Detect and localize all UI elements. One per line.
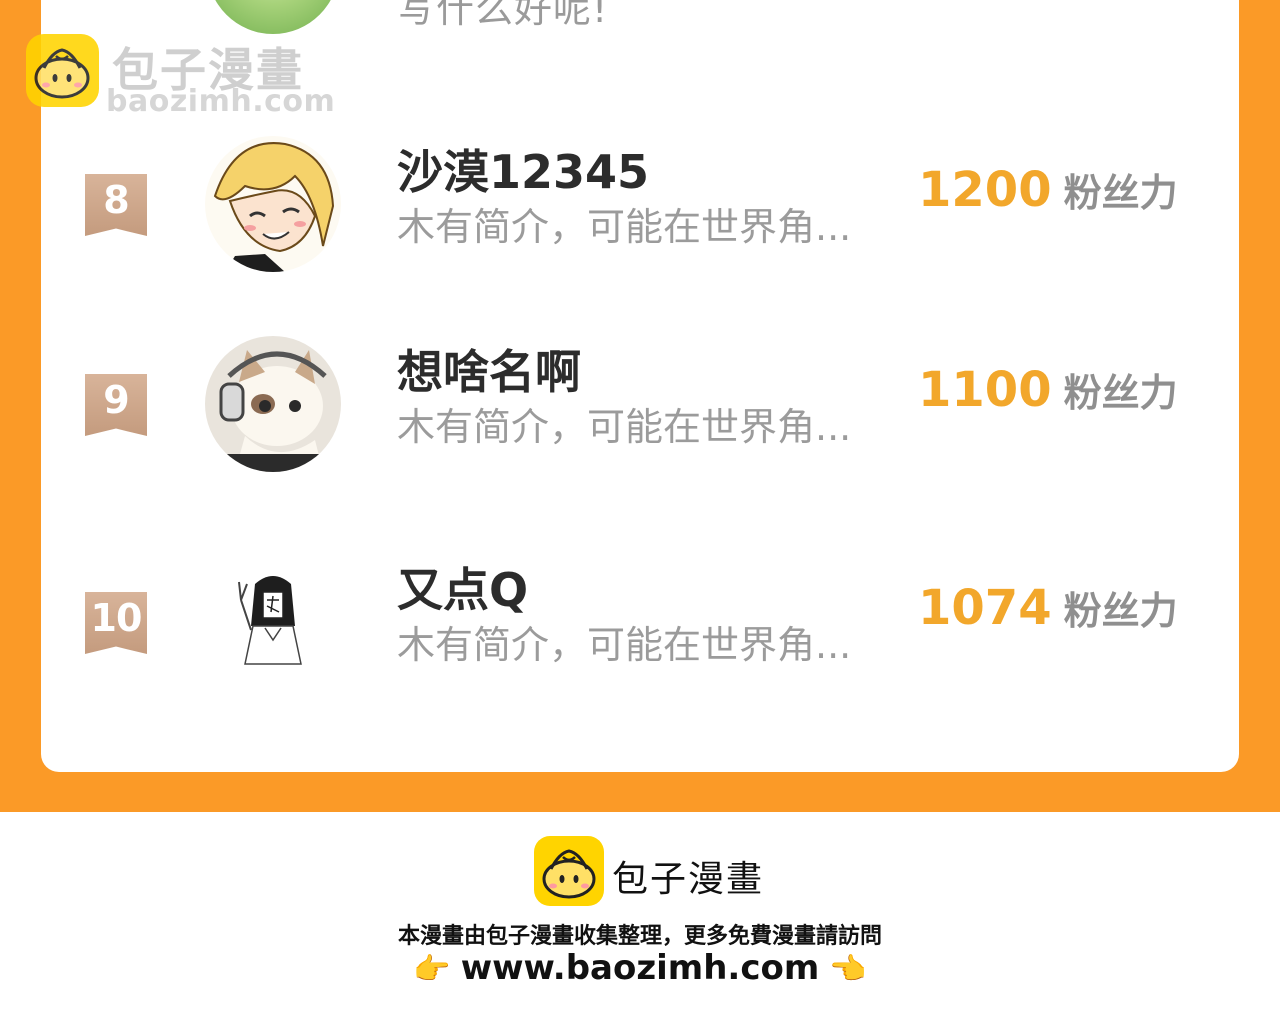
footer-notice: 本漫畫由包子漫畫收集整理，更多免費漫畫請訪問: [397, 924, 882, 949]
list-item[interactable]: 8 沙漠12345 木有简介，可能在世界角... 1200 粉丝力: [0, 136, 1280, 276]
pointing-left-hand-icon: 👈: [829, 952, 867, 987]
username[interactable]: 想啥名啊: [397, 336, 581, 402]
rank-number: 10: [90, 596, 143, 640]
bun-logo-icon: [26, 34, 99, 107]
score-value: 1200: [918, 162, 1052, 218]
score-value: 1074: [918, 580, 1052, 636]
username[interactable]: 沙漠12345: [397, 136, 649, 202]
rank-badge: 8: [85, 174, 147, 236]
score-unit: 粉丝力: [1063, 171, 1178, 215]
footer-url-line: 👉 www.baozimh.com 👈: [0, 948, 1280, 988]
fan-score: 1074 粉丝力: [918, 580, 1178, 636]
watermark-site: baozimh.com: [106, 84, 336, 119]
list-item[interactable]: 10 又点Q 木有简介，可能在世界角... 1074 粉丝力: [0, 554, 1280, 694]
footer-link[interactable]: www.baozimh.com: [461, 948, 820, 988]
rank-badge: 10: [85, 592, 147, 654]
username[interactable]: 又点Q: [397, 554, 528, 620]
bun-logo-icon: [534, 836, 604, 906]
watermark: 包子漫畫 baozimh.com: [26, 34, 335, 120]
rank-badge: 9: [85, 374, 147, 436]
score-unit: 粉丝力: [1063, 589, 1178, 633]
list-item[interactable]: 9 想啥名啊 木有简介，可能在世界角... 1100 粉丝力: [0, 336, 1280, 476]
cat-headphones-avatar-icon[interactable]: [205, 336, 341, 472]
anime-blonde-avatar-icon[interactable]: [205, 136, 341, 272]
fan-score: 1200 粉丝力: [918, 162, 1178, 218]
score-value: 1100: [918, 362, 1052, 418]
bio-text: 木有简介，可能在世界角...: [397, 405, 852, 449]
bio-text: 写什么好呢!: [397, 0, 609, 31]
fan-score: 1100 粉丝力: [918, 362, 1178, 418]
rank-number: 9: [103, 378, 129, 422]
sketch-girl-avatar-icon[interactable]: [205, 554, 341, 690]
pointing-right-hand-icon: 👉: [413, 952, 451, 987]
footer-brand: 包子漫畫: [612, 859, 765, 900]
rank-number: 8: [103, 178, 129, 222]
bio-text: 木有简介，可能在世界角...: [397, 205, 852, 249]
bio-text: 木有简介，可能在世界角...: [397, 623, 852, 667]
score-unit: 粉丝力: [1063, 371, 1178, 415]
